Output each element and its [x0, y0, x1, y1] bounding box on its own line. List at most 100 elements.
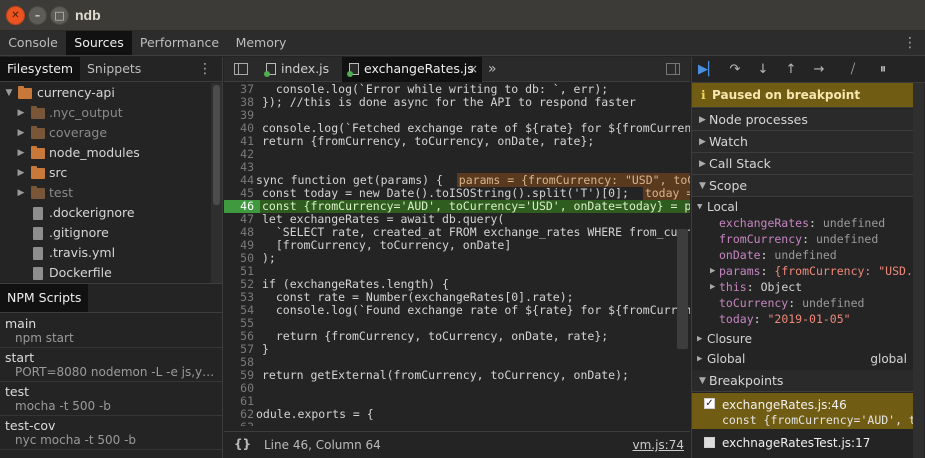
tab-filesystem[interactable]: Filesystem: [0, 57, 81, 81]
breakpoint-item-active[interactable]: ✓ exchangeRates.js:46 const {fromCurrenc…: [692, 393, 923, 429]
file-tree: ▼ currency-api ▶ .nyc_output ▶ coverage …: [0, 83, 211, 283]
code-line[interactable]: 62 odule.exports = {: [224, 408, 690, 421]
step-out-icon[interactable]: ↑: [782, 61, 800, 79]
npm-script-item[interactable]: start PORT=8080 nodemon -L -e js,yml,...: [0, 348, 222, 382]
source-location-link[interactable]: vm.js:74: [632, 438, 684, 452]
code-line[interactable]: 42: [224, 148, 690, 161]
scope-variable[interactable]: fromCurrency: undefined: [692, 231, 913, 247]
scope-variable[interactable]: today: "2019-01-05": [692, 311, 913, 327]
breakpoint-checkbox[interactable]: ✓: [704, 398, 715, 409]
debugger-sidebar: ▶▏ ↷ ↓ ↑ → ⧸ ⏸ ℹ Paused on breakpoint ▶ …: [691, 57, 925, 458]
editor-tab-index-js[interactable]: index.js: [259, 57, 334, 82]
scope-variable[interactable]: ▶ params: {fromCurrency: "USD...: [692, 263, 913, 279]
code-line[interactable]: 54 console.log(`Found exchange rate of $…: [224, 304, 690, 317]
close-tab-icon[interactable]: ×: [468, 57, 478, 81]
tree-item-test[interactable]: ▶ test: [0, 183, 211, 203]
file-icon: [33, 227, 43, 240]
expanded-arrow-icon: ▼: [699, 181, 706, 191]
tree-item-currency-api[interactable]: ▼ currency-api: [0, 83, 211, 103]
pretty-print-button[interactable]: {}: [234, 437, 251, 451]
step-into-icon[interactable]: ↓: [754, 61, 772, 79]
scrollbar-thumb[interactable]: [213, 85, 220, 205]
code-line[interactable]: 38}); //this is done async for the API t…: [224, 96, 690, 109]
deactivate-breakpoints-icon[interactable]: ⧸: [844, 61, 862, 79]
tree-item-travis-yml[interactable]: .travis.yml: [0, 243, 211, 263]
tree-item-gitignore[interactable]: .gitignore: [0, 223, 211, 243]
code-view[interactable]: 37 console.log(`Error while writing to d…: [224, 83, 690, 426]
code-editor-panel: index.js exchangeRates.js × » 37 console…: [224, 57, 690, 458]
section-title: Breakpoints: [709, 373, 784, 388]
section-call-stack[interactable]: ▶ Call Stack: [692, 153, 913, 175]
variable-name: this: [719, 280, 747, 294]
file-tree-scrollbar[interactable]: [211, 83, 222, 283]
scope-variable[interactable]: toCurrency: undefined: [692, 295, 913, 311]
pause-on-exceptions-icon[interactable]: ⏸: [874, 61, 892, 79]
scope-variable[interactable]: onDate: undefined: [692, 247, 913, 263]
tab-performance[interactable]: Performance: [133, 31, 226, 55]
collapsed-arrow-icon: ▶: [697, 354, 703, 364]
scope-local[interactable]: ▼ Local: [692, 199, 913, 215]
more-options-icon[interactable]: ⋮: [903, 31, 917, 55]
editor-tab-exchangerates-js[interactable]: exchangeRates.js ×: [342, 57, 482, 82]
window-maximize-button[interactable]: □: [50, 6, 69, 25]
tree-item-nyc-output[interactable]: ▶ .nyc_output: [0, 103, 211, 123]
tree-item-dockerfile[interactable]: Dockerfile: [0, 263, 211, 283]
variable-name: fromCurrency: [719, 232, 803, 246]
step-over-icon[interactable]: ↷: [726, 61, 744, 79]
section-node-processes[interactable]: ▶ Node processes: [692, 109, 913, 131]
scope-variable[interactable]: ▶ this: Object: [692, 279, 913, 295]
breakpoint-item[interactable]: exchnageRatesTest.js:17: [692, 431, 913, 458]
npm-script-item[interactable]: test-cov nyc mocha -t 500 -b: [0, 416, 222, 450]
code-text: }); //this is done async for the API to …: [262, 95, 636, 109]
tab-npm-scripts[interactable]: NPM Scripts: [0, 284, 89, 312]
resume-icon[interactable]: ▶▏: [698, 61, 718, 79]
more-tabs-icon[interactable]: »: [488, 57, 497, 81]
toggle-navigator-icon[interactable]: [234, 63, 248, 75]
code-line[interactable]: 60: [224, 382, 690, 395]
code-line[interactable]: 57}: [224, 343, 690, 356]
section-breakpoints[interactable]: ▼ Breakpoints: [692, 370, 913, 392]
tree-item-node-modules[interactable]: ▶ node_modules: [0, 143, 211, 163]
code-line[interactable]: 63: [224, 421, 690, 427]
code-line[interactable]: 49 [fromCurrency, toCurrency, onDate]: [224, 239, 690, 252]
info-icon: ℹ: [701, 88, 706, 102]
code-line[interactable]: 59 return getExternal(fromCurrency, toCur…: [224, 369, 690, 382]
npm-scripts-list: main npm start start PORT=8080 nodemon -…: [0, 314, 222, 450]
tree-item-dockerignore[interactable]: .dockerignore: [0, 203, 211, 223]
collapsed-arrow-icon: ▶: [17, 188, 25, 198]
code-line[interactable]: 50);: [224, 252, 690, 265]
section-watch[interactable]: ▶ Watch: [692, 131, 913, 153]
variable-value: undefined: [822, 216, 886, 230]
npm-script-item[interactable]: main npm start: [0, 314, 222, 348]
section-scope[interactable]: ▼ Scope: [692, 175, 913, 197]
scope-variable[interactable]: exchangeRates: undefined: [692, 215, 913, 231]
line-number[interactable]: 63: [224, 421, 254, 427]
tab-console[interactable]: Console: [0, 31, 66, 55]
variable-value: {fromCurrency: "USD...: [774, 264, 913, 278]
scope-closure[interactable]: ▶ Closure: [692, 331, 913, 347]
code-line[interactable]: 56 return {fromCurrency, toCurrency, onD…: [224, 330, 690, 343]
scope-title: Local: [707, 200, 739, 214]
tree-item-label: coverage: [49, 125, 108, 140]
tree-item-coverage[interactable]: ▶ coverage: [0, 123, 211, 143]
tab-snippets[interactable]: Snippets: [80, 57, 148, 81]
step-icon[interactable]: →: [810, 61, 828, 79]
file-icon: [33, 207, 43, 220]
window-minimize-button[interactable]: –: [28, 6, 47, 25]
variable-name: params: [719, 264, 761, 278]
scope-global[interactable]: ▶ Global global: [692, 351, 913, 367]
debugger-scrollbar[interactable]: [913, 83, 924, 458]
navigator-menu-icon[interactable]: ⋮: [198, 57, 212, 81]
tab-sources[interactable]: Sources: [66, 31, 132, 55]
scope-title: Closure: [707, 332, 752, 346]
tree-item-src[interactable]: ▶ src: [0, 163, 211, 183]
tab-memory[interactable]: Memory: [226, 31, 296, 55]
npm-script-item[interactable]: test mocha -t 500 -b: [0, 382, 222, 416]
breakpoint-checkbox[interactable]: [704, 437, 715, 448]
code-vertical-scrollbar[interactable]: [677, 229, 688, 349]
code-line[interactable]: 41 return {fromCurrency, toCurrency, onDa…: [224, 135, 690, 148]
npm-script-name: test: [5, 384, 30, 399]
variable-separator: :: [760, 264, 775, 278]
window-close-button[interactable]: ✕: [6, 6, 25, 25]
toggle-debugger-icon[interactable]: [666, 63, 680, 75]
